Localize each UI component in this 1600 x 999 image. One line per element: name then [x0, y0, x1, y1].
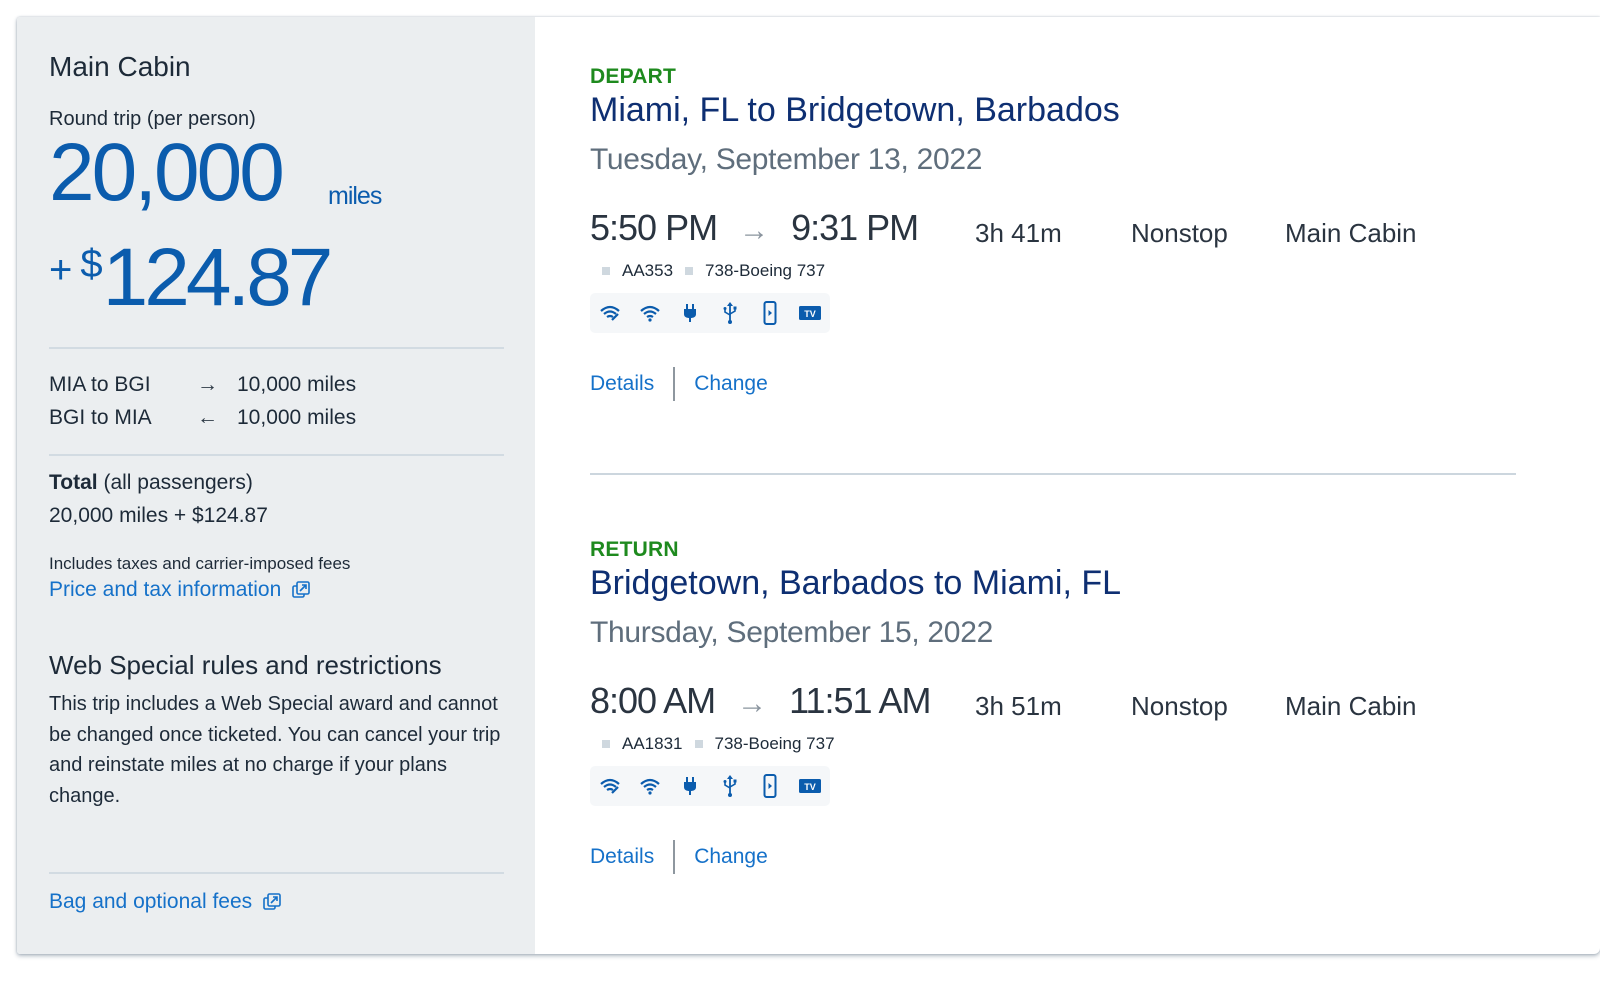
- tv-icon: TV: [798, 301, 822, 325]
- segment-miles: 10,000 miles: [237, 406, 357, 429]
- bullet-icon: [694, 740, 703, 748]
- action-separator: [673, 367, 676, 401]
- flight-number: AA353: [622, 261, 674, 280]
- arrive-time: 11:51 AM: [789, 680, 931, 721]
- usb-icon: [718, 301, 742, 325]
- miles-amount: 20,000: [49, 127, 285, 218]
- cabin-title: Main Cabin: [49, 51, 191, 82]
- trip-divider: [590, 473, 1516, 475]
- trip-date: Thursday, September 15, 2022: [590, 616, 993, 649]
- total-amount: 20,000 miles + $124.87: [49, 504, 268, 527]
- price-plus: +: [49, 248, 73, 292]
- flight-cabin: Main Cabin: [1285, 218, 1417, 248]
- bag-fees-label: Bag and optional fees: [49, 890, 253, 913]
- svg-text:TV: TV: [804, 782, 816, 792]
- cash-price: + $124.87: [49, 237, 333, 319]
- power-outlet-icon: [678, 774, 702, 798]
- depart-time: 8:00 AM: [590, 680, 716, 721]
- tv-icon: TV: [798, 774, 822, 798]
- total-qualifier: (all passengers): [103, 471, 253, 494]
- segment-row: MIA to BGI → 10,000 miles: [49, 373, 356, 397]
- amenities-bar: TV: [590, 766, 830, 806]
- flight-info: AA1831 738-Boeing 737: [590, 734, 835, 754]
- divider: [49, 347, 504, 349]
- price-value: 124.87: [102, 232, 334, 323]
- amenities-bar: TV: [590, 293, 830, 333]
- arrow-left-icon: ←: [197, 406, 218, 429]
- total-label: Total (all passengers): [49, 471, 253, 495]
- trip-actions: Details Change: [590, 367, 768, 401]
- price-tax-info-label: Price and tax information: [49, 578, 282, 601]
- aircraft-type: 738-Boeing 737: [705, 261, 826, 280]
- trip-route: Miami, FL to Bridgetown, Barbados: [590, 91, 1120, 129]
- divider: [49, 872, 504, 874]
- arrow-right-icon: →: [739, 214, 770, 247]
- flight-stops: Nonstop: [1131, 691, 1228, 721]
- divider: [49, 454, 504, 456]
- time-row: 8:00 AM → 11:51 AM: [590, 680, 932, 722]
- depart-time: 5:50 PM: [590, 207, 718, 248]
- details-link[interactable]: Details: [590, 845, 654, 869]
- flight-duration: 3h 41m: [975, 218, 1062, 248]
- trip-summary-card: Main Cabin Round trip (per person) 20,00…: [17, 17, 1600, 954]
- action-separator: [673, 840, 676, 874]
- arrow-right-icon: →: [737, 687, 768, 720]
- bag-fees-link[interactable]: Bag and optional fees: [49, 890, 282, 914]
- bullet-icon: [602, 740, 610, 748]
- segment-route: MIA to BGI: [49, 373, 151, 396]
- flight-duration: 3h 51m: [975, 691, 1062, 721]
- device-entertainment-icon: [758, 774, 782, 798]
- price-summary-panel: Main Cabin Round trip (per person) 20,00…: [17, 17, 535, 954]
- wifi-satellite-icon: [598, 774, 622, 798]
- change-link[interactable]: Change: [694, 372, 768, 396]
- arrive-time: 9:31 PM: [791, 207, 919, 248]
- device-entertainment-icon: [758, 301, 782, 325]
- price-currency: $: [80, 242, 103, 286]
- itinerary-panel: DEPART Miami, FL to Bridgetown, Barbados…: [535, 17, 1600, 954]
- time-row: 5:50 PM → 9:31 PM: [590, 207, 919, 249]
- segment-row: BGI to MIA ← 10,000 miles: [49, 406, 356, 430]
- flight-number: AA1831: [622, 734, 683, 753]
- flight-info: AA353 738-Boeing 737: [590, 261, 825, 281]
- wifi-satellite-icon: [598, 301, 622, 325]
- segment-route: BGI to MIA: [49, 406, 152, 429]
- segment-miles: 10,000 miles: [237, 373, 357, 396]
- external-link-icon: [292, 581, 311, 598]
- rules-title: Web Special rules and restrictions: [49, 650, 442, 680]
- flight-stops: Nonstop: [1131, 218, 1228, 248]
- change-link[interactable]: Change: [694, 845, 768, 869]
- trip-date: Tuesday, September 13, 2022: [590, 143, 983, 176]
- flight-cabin: Main Cabin: [1285, 691, 1417, 721]
- aircraft-type: 738-Boeing 737: [714, 734, 835, 753]
- power-outlet-icon: [678, 301, 702, 325]
- miles-unit: miles: [328, 182, 382, 210]
- usb-icon: [718, 774, 742, 798]
- wifi-icon: [638, 301, 662, 325]
- fees-note: Includes taxes and carrier-imposed fees: [49, 554, 351, 573]
- details-link[interactable]: Details: [590, 372, 654, 396]
- price-tax-info-link[interactable]: Price and tax information: [49, 578, 311, 602]
- trip-tag: RETURN: [590, 538, 679, 561]
- bullet-icon: [685, 267, 694, 275]
- rules-body: This trip includes a Web Special award a…: [49, 693, 501, 807]
- bullet-icon: [602, 267, 610, 275]
- total-title: Total: [49, 471, 98, 494]
- wifi-icon: [638, 774, 662, 798]
- trip-route: Bridgetown, Barbados to Miami, FL: [590, 564, 1122, 602]
- trip-actions: Details Change: [590, 840, 768, 874]
- arrow-right-icon: →: [197, 373, 218, 396]
- trip-tag: DEPART: [590, 65, 676, 88]
- svg-text:TV: TV: [804, 309, 816, 319]
- external-link-icon: [263, 893, 281, 910]
